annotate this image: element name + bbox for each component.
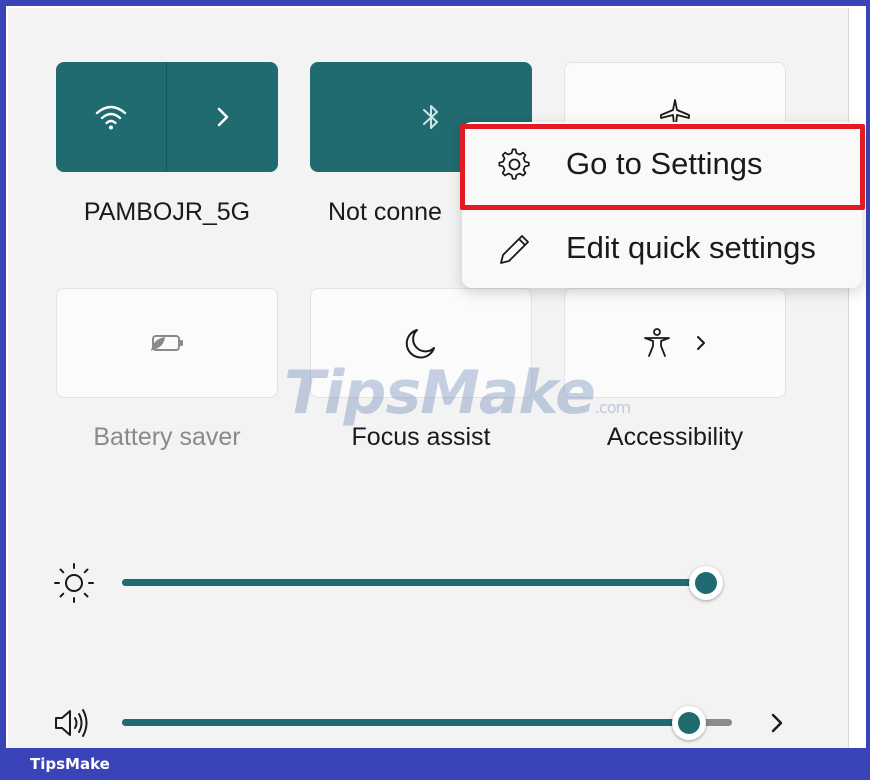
footer-bar: TipsMake bbox=[0, 748, 870, 780]
chevron-right-icon bbox=[217, 107, 228, 127]
watermark-text: TipsMake bbox=[284, 358, 596, 428]
panel-edge bbox=[850, 8, 866, 748]
wifi-label: PAMBOJR_5G bbox=[83, 198, 251, 226]
wifi-toggle[interactable] bbox=[56, 62, 166, 172]
battery-saver-tile[interactable] bbox=[56, 288, 278, 398]
moon-icon bbox=[405, 329, 435, 359]
bluetooth-icon bbox=[423, 105, 438, 129]
chevron-right-icon bbox=[697, 336, 705, 350]
volume-expand-icon[interactable] bbox=[768, 710, 786, 736]
brightness-track-fill bbox=[122, 579, 706, 586]
battery-saver-icon bbox=[151, 335, 183, 351]
brightness-slider[interactable] bbox=[122, 566, 723, 600]
pencil-icon bbox=[500, 235, 529, 264]
brightness-icon bbox=[54, 563, 94, 603]
brightness-thumb[interactable] bbox=[689, 566, 723, 600]
accessibility-icon bbox=[644, 328, 670, 357]
wifi-expand-button[interactable] bbox=[167, 62, 278, 172]
watermark-suffix: .com bbox=[594, 398, 631, 417]
edit-quick-settings-item[interactable]: Edit quick settings bbox=[462, 210, 862, 286]
wifi-tile[interactable] bbox=[56, 62, 278, 172]
speaker-icon bbox=[55, 709, 88, 737]
footer-brand: TipsMake bbox=[30, 755, 110, 773]
highlight-box bbox=[460, 124, 865, 210]
edit-quick-settings-label: Edit quick settings bbox=[566, 230, 816, 265]
volume-slider[interactable] bbox=[122, 706, 732, 740]
volume-thumb[interactable] bbox=[672, 706, 706, 740]
battery-saver-label: Battery saver bbox=[93, 423, 241, 451]
wifi-icon bbox=[95, 105, 127, 130]
watermark: TipsMake.com bbox=[284, 358, 631, 428]
volume-track-fill bbox=[122, 719, 689, 726]
